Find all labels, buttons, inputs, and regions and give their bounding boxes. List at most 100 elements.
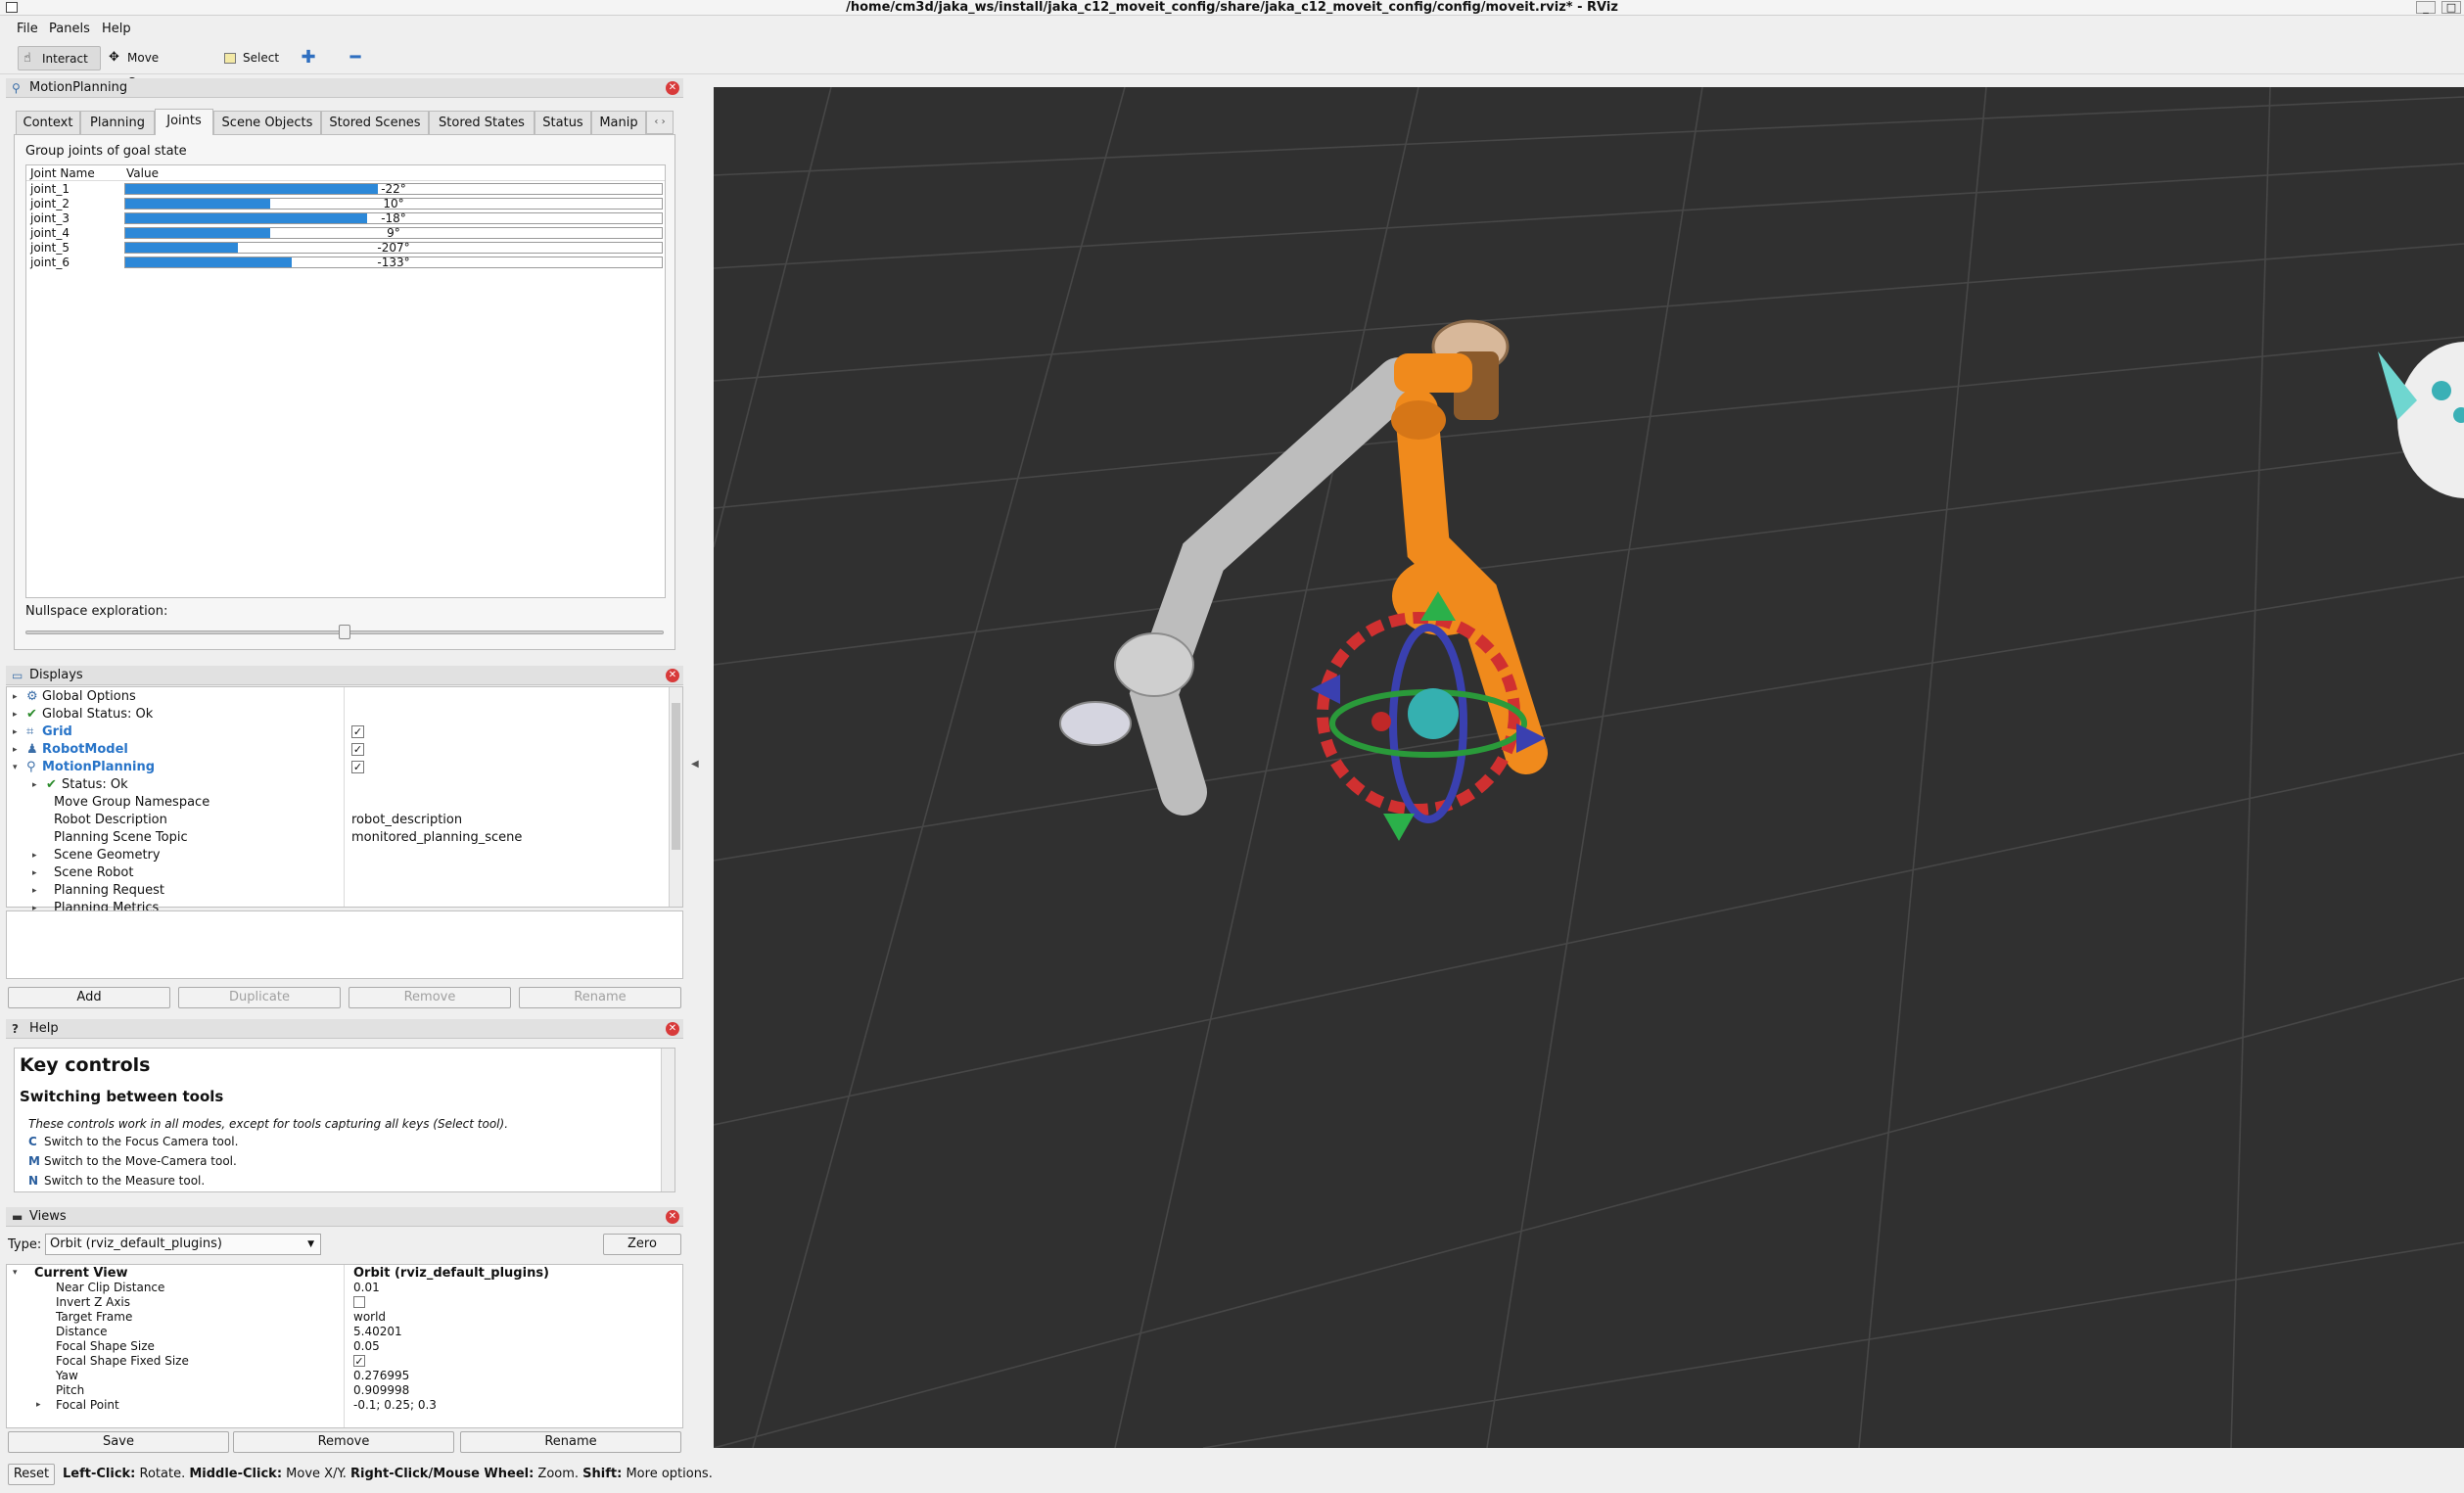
rename-view-button[interactable]: Rename	[460, 1431, 681, 1453]
render-viewport[interactable]	[714, 87, 2464, 1448]
joint-value-slider[interactable]: -207°	[124, 241, 663, 255]
view-property-row[interactable]: Near Clip Distance 0.01	[11, 1281, 676, 1295]
display-item[interactable]: ▸ ✔ Global Status: Ok	[9, 706, 667, 723]
joint-value-slider[interactable]: -22°	[124, 182, 663, 196]
expand-arrow-icon[interactable]: ▾	[13, 759, 18, 776]
rename-display-button[interactable]: Rename	[519, 987, 681, 1008]
joint-value-slider[interactable]: -133°	[124, 256, 663, 269]
display-item[interactable]: ▾ ⚲ MotionPlanning ✓	[9, 759, 667, 776]
close-icon[interactable]: ✕	[666, 1210, 679, 1224]
view-property-value: 0.05	[353, 1339, 380, 1353]
displays-tree: ▸ ⚙ Global Options ▸ ✔ Global Status: Ok ▸ ⌗ Gri…	[6, 686, 683, 915]
display-item[interactable]: Planning Scene Topic monitored_planning_s…	[9, 829, 667, 847]
joint-value-slider[interactable]: 10°	[124, 197, 663, 210]
joint-row: joint_6 -133°	[26, 256, 665, 270]
expand-arrow-icon[interactable]: ▸	[32, 776, 37, 794]
display-item-label: Grid	[42, 724, 72, 739]
expand-arrow-icon[interactable]: ▸	[13, 688, 18, 706]
help-subheading: Switching between tools	[20, 1088, 224, 1105]
scene-canvas	[714, 87, 2464, 1448]
expand-arrow-icon[interactable]: ▸	[13, 723, 18, 741]
view-property-row[interactable]: Target Frame world	[11, 1310, 676, 1325]
remove-display-button[interactable]: Remove	[349, 987, 511, 1008]
display-item[interactable]: Move Group Namespace	[9, 794, 667, 812]
menu-panels[interactable]: Panels	[49, 22, 90, 36]
display-item[interactable]: ▸ ♟ RobotModel ✓	[9, 741, 667, 759]
duplicate-display-button[interactable]: Duplicate	[178, 987, 341, 1008]
close-icon[interactable]: ✕	[666, 1022, 679, 1036]
view-property-checkbox[interactable]: ✓	[353, 1355, 365, 1367]
expand-arrow-icon[interactable]: ▸	[32, 864, 37, 882]
tab-stored-scenes[interactable]: Stored Scenes	[321, 111, 429, 134]
interact-tool-button[interactable]: ☝ Interact	[18, 46, 101, 70]
zero-view-button[interactable]: Zero	[603, 1234, 681, 1255]
grid-icon: ⌗	[26, 724, 34, 739]
display-item[interactable]: ▸ Planning Request	[9, 882, 667, 900]
close-icon[interactable]: ✕	[666, 669, 679, 682]
help-heading: Key controls	[20, 1054, 151, 1076]
scrollbar-thumb[interactable]	[672, 703, 680, 850]
view-property-checkbox[interactable]	[353, 1296, 365, 1308]
expand-arrow-icon[interactable]: ▸	[32, 882, 37, 900]
tab-scroll-arrows[interactable]: ‹ ›	[646, 111, 674, 134]
joint-value: -18°	[381, 211, 406, 225]
status-hint: Left-Click: Rotate. Middle-Click: Move X…	[63, 1467, 713, 1481]
minimize-button[interactable]: _	[2416, 1, 2436, 14]
view-property-row[interactable]: Focal Shape Size 0.05	[11, 1339, 676, 1354]
display-enable-checkbox[interactable]: ✓	[351, 725, 364, 738]
display-item[interactable]: ▸ ⌗ Grid ✓	[9, 723, 667, 741]
joint-value: 9°	[387, 226, 400, 240]
display-item[interactable]: ▸ ⚙ Global Options	[9, 688, 667, 706]
remove-view-button[interactable]: Remove	[233, 1431, 454, 1453]
select-tool-button[interactable]: Select	[219, 46, 284, 70]
tab-planning[interactable]: Planning	[80, 111, 155, 134]
view-property-row[interactable]: Focal Shape Fixed Size ✓	[11, 1354, 676, 1369]
moveit-icon: ⚲	[26, 760, 36, 774]
expand-arrow-icon[interactable]: ▸	[32, 847, 37, 864]
display-item[interactable]: ▸ ✔ Status: Ok	[9, 776, 667, 794]
tab-status[interactable]: Status	[535, 111, 591, 134]
current-view-row[interactable]: ▾ Current View Orbit (rviz_default_plugi…	[11, 1266, 676, 1281]
view-property-row[interactable]: Pitch 0.909998	[11, 1383, 676, 1398]
display-item[interactable]: ▸ Scene Geometry	[9, 847, 667, 864]
joint-value-slider[interactable]: -18°	[124, 211, 663, 225]
display-item[interactable]: ▸ Scene Robot	[9, 864, 667, 882]
displays-scrollbar[interactable]	[669, 687, 682, 907]
view-property-row[interactable]: ▸ Focal Point -0.1; 0.25; 0.3	[11, 1398, 676, 1413]
expand-arrow-icon: ▾	[13, 1268, 18, 1278]
display-enable-checkbox[interactable]: ✓	[351, 761, 364, 773]
display-item[interactable]: Robot Description robot_description	[9, 812, 667, 829]
display-enable-checkbox[interactable]: ✓	[351, 743, 364, 756]
restore-button[interactable]: □	[2441, 1, 2461, 14]
menu-file[interactable]: File	[17, 22, 38, 36]
col-joint-name: Joint Name	[30, 166, 95, 180]
tab-scene-objects[interactable]: Scene Objects	[213, 111, 321, 134]
menu-help[interactable]: Help	[102, 22, 131, 36]
expand-arrow-icon[interactable]: ▸	[13, 706, 18, 723]
view-property-row[interactable]: Yaw 0.276995	[11, 1369, 676, 1383]
add-display-button[interactable]: Add	[8, 987, 170, 1008]
add-tool-icon[interactable]: ✚	[300, 49, 317, 67]
tab-joints[interactable]: Joints	[155, 109, 213, 135]
move-camera-tool-button[interactable]: ✥ Move Camera	[104, 46, 209, 90]
collapse-splitter-handle[interactable]: ◀	[691, 759, 699, 770]
tab-manipulation[interactable]: Manip	[591, 111, 646, 134]
toolbar: ☝ Interact ✥ Move Camera Select ✚ ━	[0, 43, 2464, 90]
expand-arrow-icon[interactable]: ▸	[36, 1398, 41, 1413]
nullspace-slider-handle[interactable]	[339, 625, 350, 639]
view-property-row[interactable]: Distance 5.40201	[11, 1325, 676, 1339]
tab-stored-states[interactable]: Stored States	[429, 111, 535, 134]
joint-row: joint_2 10°	[26, 197, 665, 211]
save-view-button[interactable]: Save	[8, 1431, 229, 1453]
display-item-label: Planning Request	[54, 883, 164, 898]
reset-button[interactable]: Reset	[8, 1464, 55, 1485]
expand-arrow-icon[interactable]: ▸	[13, 741, 18, 759]
view-property-row[interactable]: Invert Z Axis	[11, 1295, 676, 1310]
view-type-select[interactable]: Orbit (rviz_default_plugins) ▼	[45, 1234, 321, 1255]
tab-context[interactable]: Context	[16, 111, 80, 134]
joint-value-slider[interactable]: 9°	[124, 226, 663, 240]
close-icon[interactable]: ✕	[666, 81, 679, 95]
displays-title: Displays	[29, 668, 83, 682]
remove-tool-icon[interactable]: ━	[347, 49, 364, 67]
help-scrollbar[interactable]	[661, 1049, 674, 1191]
